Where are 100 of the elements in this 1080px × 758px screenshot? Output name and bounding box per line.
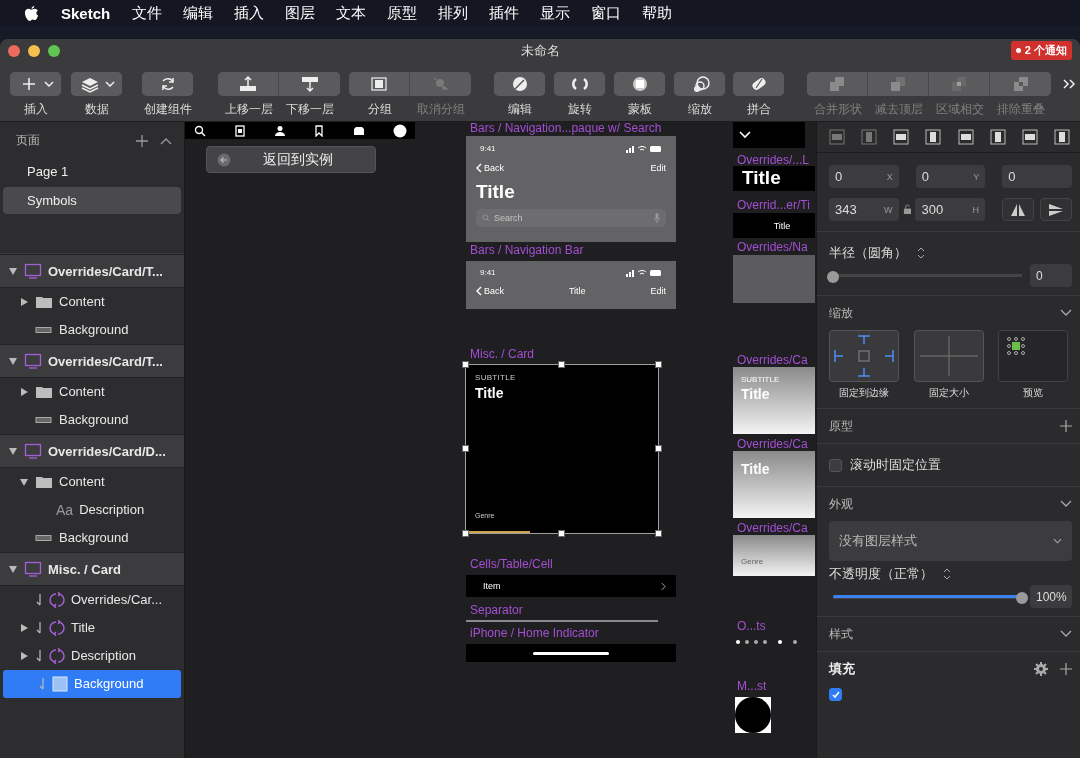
- person-icon[interactable]: [273, 124, 286, 137]
- move-up-button[interactable]: [218, 72, 279, 96]
- edit-button[interactable]: [494, 72, 545, 96]
- stepper-icon[interactable]: [917, 247, 925, 259]
- resize-handle[interactable]: [655, 445, 662, 452]
- layer-item[interactable]: Background: [0, 406, 184, 434]
- resize-handle[interactable]: [462, 361, 469, 368]
- artboard-label[interactable]: Overrides/Ca: [737, 354, 815, 367]
- menu-item[interactable]: 插件: [489, 3, 520, 23]
- layer-item[interactable]: Overrides/Card/T...: [0, 344, 184, 378]
- chevron-down-icon[interactable]: [1060, 500, 1072, 508]
- layer-item[interactable]: Background: [0, 316, 184, 344]
- checkbox[interactable]: [829, 458, 842, 472]
- stepper-icon[interactable]: [943, 568, 951, 580]
- layer-item[interactable]: Overrides/Car...: [0, 586, 184, 614]
- layer-item[interactable]: Background: [0, 524, 184, 552]
- layer-item[interactable]: Content: [0, 468, 184, 496]
- fill-checkbox[interactable]: [829, 688, 842, 701]
- group-button[interactable]: [349, 72, 410, 96]
- disclosure-triangle-icon[interactable]: [19, 650, 29, 661]
- minimize-button[interactable]: [28, 44, 40, 57]
- align-icon[interactable]: [1054, 129, 1070, 145]
- layer-item[interactable]: Overrides/Card/T...: [0, 254, 184, 288]
- layers-button[interactable]: [71, 72, 122, 96]
- artboard-label[interactable]: Overrides/Na: [737, 241, 815, 254]
- resize-handle[interactable]: [558, 530, 565, 537]
- app-menu[interactable]: Sketch: [61, 4, 111, 22]
- search-icon[interactable]: [194, 124, 206, 137]
- menu-item[interactable]: 文本: [336, 3, 367, 23]
- slider-thumb[interactable]: [1016, 591, 1028, 604]
- collapse-icon[interactable]: [160, 136, 172, 145]
- artboard-label[interactable]: iPhone / Home Indicator: [470, 627, 676, 640]
- circle-icon[interactable]: [393, 123, 407, 138]
- slider-thumb[interactable]: [827, 270, 839, 283]
- layer-item[interactable]: Content: [0, 378, 184, 406]
- edit-link[interactable]: Edit: [650, 286, 666, 296]
- layer-style-dropdown[interactable]: 没有图层样式: [829, 521, 1072, 561]
- align-icon[interactable]: [1021, 129, 1038, 145]
- page-item[interactable]: Symbols: [3, 187, 181, 214]
- disclosure-triangle-icon[interactable]: [19, 386, 29, 397]
- number-field[interactable]: 0 X: [829, 165, 899, 188]
- layer-item[interactable]: Overrides/Card/D...: [0, 434, 184, 468]
- align-icon[interactable]: [925, 129, 942, 145]
- menu-item[interactable]: 图层: [285, 3, 316, 23]
- resize-handle[interactable]: [655, 361, 662, 368]
- align-icon[interactable]: [957, 129, 974, 145]
- align-icon[interactable]: [989, 129, 1006, 145]
- artboard-label[interactable]: Bars / Navigation...paque w/ Search: [470, 122, 676, 135]
- disclosure-triangle-icon[interactable]: [19, 296, 29, 307]
- menu-item[interactable]: 窗口: [591, 3, 622, 23]
- artboard-label[interactable]: Separator: [470, 604, 658, 617]
- menu-item[interactable]: 插入: [234, 3, 265, 23]
- add-icon[interactable]: [1060, 420, 1072, 432]
- number-field[interactable]: 0: [1030, 264, 1072, 287]
- disclosure-triangle-icon[interactable]: [8, 266, 18, 276]
- rotate-button[interactable]: [554, 72, 605, 96]
- align-icon[interactable]: [893, 129, 910, 145]
- back-to-instance-button[interactable]: 返回到实例: [206, 146, 376, 173]
- flip-vertical-button[interactable]: [1040, 198, 1072, 221]
- menu-item[interactable]: 排列: [438, 3, 469, 23]
- layer-item[interactable]: Aa Description: [0, 496, 184, 524]
- close-button[interactable]: [8, 44, 20, 57]
- layer-item[interactable]: Background: [3, 670, 181, 698]
- settings-icon[interactable]: [1034, 662, 1048, 676]
- bookmark-icon[interactable]: [313, 124, 326, 137]
- artboard-label[interactable]: Overrid...er/Ti: [737, 199, 815, 212]
- artboard-label[interactable]: Cells/Table/Cell: [470, 558, 676, 571]
- add-icon[interactable]: [136, 134, 148, 147]
- back-link[interactable]: Back: [476, 286, 504, 296]
- document-icon[interactable]: [233, 124, 246, 137]
- number-field[interactable]: 0: [1002, 165, 1072, 188]
- layer-item[interactable]: Title: [0, 614, 184, 642]
- number-field[interactable]: 300 H: [915, 198, 985, 221]
- refresh-button[interactable]: [142, 72, 193, 96]
- resize-handle[interactable]: [462, 530, 469, 537]
- resize-handle[interactable]: [462, 445, 469, 452]
- resize-handle[interactable]: [655, 530, 662, 537]
- lock-icon[interactable]: [902, 204, 912, 215]
- menu-item[interactable]: 显示: [540, 3, 571, 23]
- page-item[interactable]: Page 1: [3, 158, 181, 185]
- number-field[interactable]: 343 W: [829, 198, 899, 221]
- menu-item[interactable]: 原型: [387, 3, 418, 23]
- more-icon[interactable]: [1062, 78, 1076, 90]
- resize-handle[interactable]: [558, 361, 565, 368]
- number-field[interactable]: 100%: [1030, 585, 1072, 608]
- artboard-label[interactable]: Overrides/Ca: [737, 438, 815, 451]
- add-icon[interactable]: [1060, 663, 1072, 675]
- disclosure-triangle-icon[interactable]: [19, 476, 29, 487]
- artboard-label[interactable]: M...st: [737, 680, 771, 693]
- zoom-button[interactable]: [48, 44, 60, 57]
- notification-badge[interactable]: 2 个通知: [1010, 41, 1072, 60]
- layer-item[interactable]: Misc. / Card: [0, 552, 184, 586]
- plus-button[interactable]: [10, 72, 61, 96]
- disclosure-triangle-icon[interactable]: [8, 564, 18, 574]
- menu-item[interactable]: 文件: [132, 3, 163, 23]
- layer-item[interactable]: Content: [0, 288, 184, 316]
- artboard-label[interactable]: Overrides/Ca: [737, 522, 815, 535]
- mask-button[interactable]: [614, 72, 665, 96]
- disclosure-triangle-icon[interactable]: [8, 446, 18, 456]
- disclosure-triangle-icon[interactable]: [8, 356, 18, 366]
